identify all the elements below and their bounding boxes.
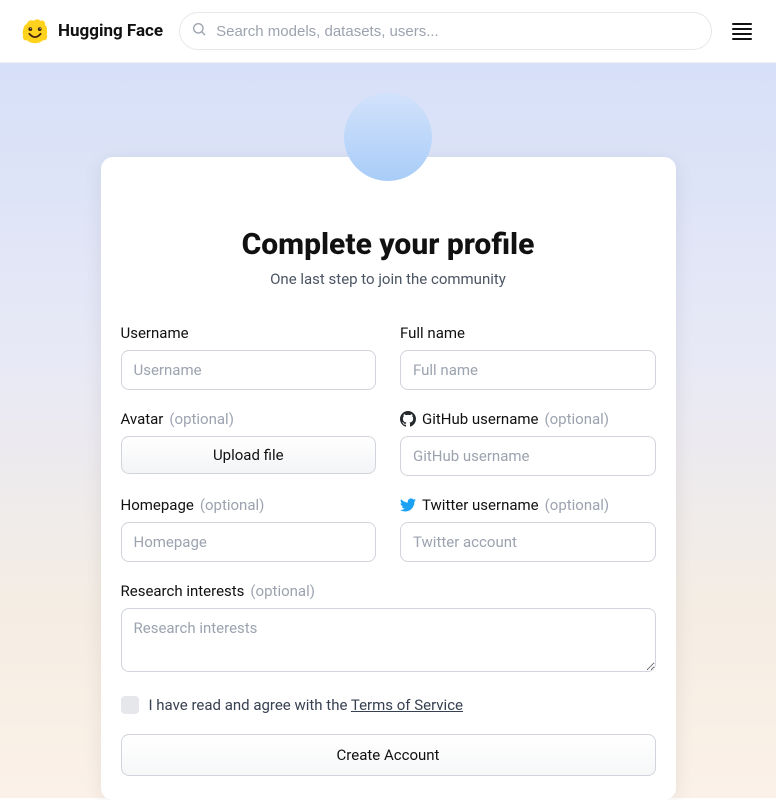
search-icon bbox=[191, 21, 207, 41]
field-fullname: Full name bbox=[400, 324, 656, 390]
field-twitter: Twitter username (optional) bbox=[400, 496, 656, 562]
label-research: Research interests bbox=[121, 582, 245, 600]
consent-row: I have read and agree with the Terms of … bbox=[121, 696, 656, 714]
optional-homepage: (optional) bbox=[200, 496, 265, 514]
search-wrap bbox=[179, 12, 712, 50]
label-avatar: Avatar bbox=[121, 410, 164, 428]
label-fullname: Full name bbox=[400, 324, 465, 342]
header: Hugging Face bbox=[0, 0, 776, 63]
avatar-preview bbox=[344, 93, 432, 181]
optional-twitter: (optional) bbox=[545, 496, 610, 514]
create-account-button[interactable]: Create Account bbox=[121, 734, 656, 776]
brand-name: Hugging Face bbox=[58, 21, 163, 41]
field-homepage: Homepage (optional) bbox=[121, 496, 377, 562]
menu-button[interactable] bbox=[728, 19, 756, 44]
twitter-input[interactable] bbox=[400, 522, 656, 562]
twitter-icon bbox=[400, 497, 416, 513]
terms-of-service-link[interactable]: Terms of Service bbox=[351, 696, 463, 714]
logo-wrap[interactable]: Hugging Face bbox=[20, 16, 163, 46]
optional-avatar: (optional) bbox=[169, 410, 234, 428]
field-avatar: Avatar (optional) Upload file bbox=[121, 410, 377, 476]
consent-text: I have read and agree with the Terms of … bbox=[149, 696, 464, 714]
github-input[interactable] bbox=[400, 436, 656, 476]
label-homepage: Homepage bbox=[121, 496, 194, 514]
main-background: Complete your profile One last step to j… bbox=[0, 63, 776, 798]
huggingface-logo-icon bbox=[20, 16, 50, 46]
fullname-input[interactable] bbox=[400, 350, 656, 390]
field-username: Username bbox=[121, 324, 377, 390]
homepage-input[interactable] bbox=[121, 522, 377, 562]
label-github: GitHub username bbox=[422, 410, 538, 428]
optional-research: (optional) bbox=[250, 582, 315, 600]
hamburger-icon bbox=[732, 23, 752, 25]
terms-checkbox[interactable] bbox=[121, 696, 139, 714]
page-subtitle: One last step to join the community bbox=[121, 270, 656, 288]
label-twitter: Twitter username bbox=[422, 496, 539, 514]
github-icon bbox=[400, 411, 416, 427]
field-github: GitHub username (optional) bbox=[400, 410, 656, 476]
field-research: Research interests (optional) bbox=[121, 582, 656, 672]
page-title: Complete your profile bbox=[121, 227, 656, 262]
research-input[interactable] bbox=[121, 608, 656, 672]
profile-card: Complete your profile One last step to j… bbox=[101, 157, 676, 800]
label-username: Username bbox=[121, 324, 189, 342]
search-input[interactable] bbox=[179, 12, 712, 50]
username-input[interactable] bbox=[121, 350, 377, 390]
form-grid: Username Full name Avatar (optional) Upl… bbox=[121, 324, 656, 672]
upload-file-button[interactable]: Upload file bbox=[121, 436, 377, 474]
optional-github: (optional) bbox=[544, 410, 609, 428]
